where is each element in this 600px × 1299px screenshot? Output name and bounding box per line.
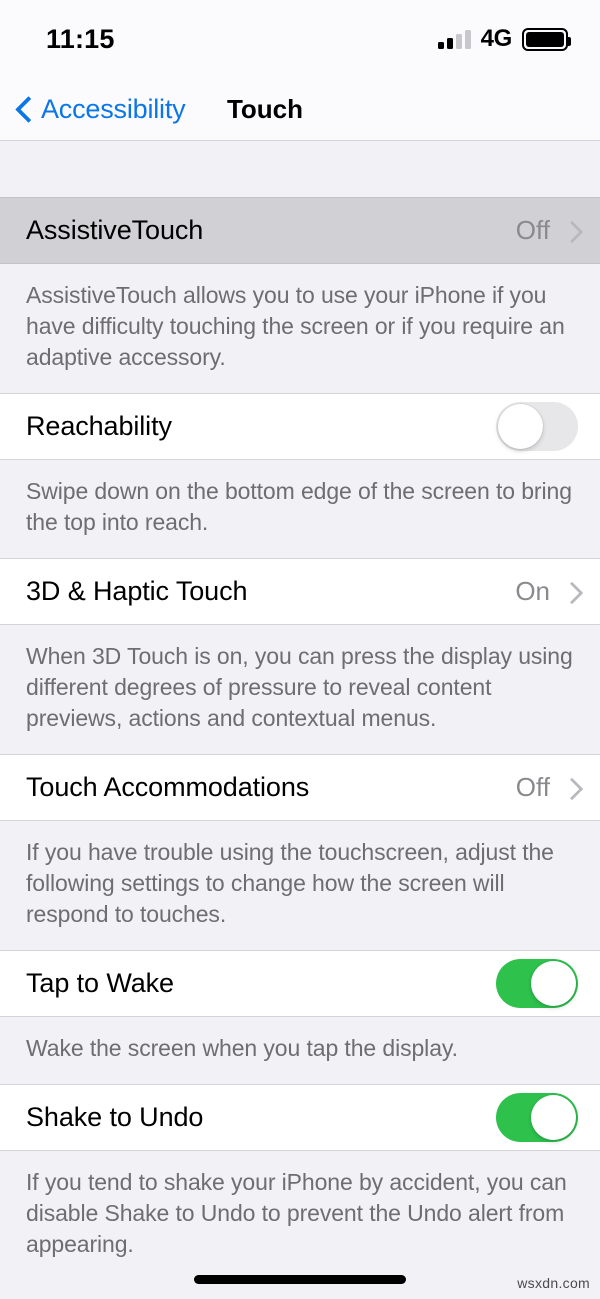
row-accessory: Off <box>516 772 578 803</box>
row-label: Tap to Wake <box>26 968 174 998</box>
setting-row-reachability[interactable]: Reachability <box>0 393 600 460</box>
setting-row-assistivetouch[interactable]: AssistiveTouch Off <box>0 197 600 264</box>
status-time: 11:15 <box>46 23 115 54</box>
row-label: 3D & Haptic Touch <box>26 576 248 606</box>
back-button[interactable]: Accessibility <box>16 93 186 125</box>
row-value: Off <box>515 772 550 802</box>
footer-reachability: Swipe down on the bottom edge of the scr… <box>0 460 600 558</box>
top-spacer <box>0 141 600 197</box>
toggle-reachability[interactable] <box>496 402 578 451</box>
row-value: Off <box>515 215 550 245</box>
row-label: AssistiveTouch <box>26 215 204 245</box>
chevron-right-icon <box>564 220 578 242</box>
setting-row-shake-to-undo[interactable]: Shake to Undo <box>0 1084 600 1151</box>
footer-3d-haptic-touch: When 3D Touch is on, you can press the d… <box>0 625 600 754</box>
back-button-label: Accessibility <box>41 93 186 124</box>
toggle-knob <box>531 1095 576 1140</box>
toggle-shake-to-undo[interactable] <box>496 1093 578 1142</box>
setting-row-tap-to-wake[interactable]: Tap to Wake <box>0 950 600 1017</box>
setting-row-3d-haptic-touch[interactable]: 3D & Haptic Touch On <box>0 558 600 625</box>
row-label: Touch Accommodations <box>26 772 310 802</box>
toggle-tap-to-wake[interactable] <box>496 959 578 1008</box>
battery-icon <box>522 27 571 51</box>
setting-row-touch-accommodations[interactable]: Touch Accommodations Off <box>0 754 600 821</box>
footer-assistivetouch: AssistiveTouch allows you to use your iP… <box>0 264 600 393</box>
row-accessory: Off <box>516 215 578 246</box>
watermark: wsxdn.com <box>517 1275 590 1291</box>
chevron-right-icon <box>564 777 578 799</box>
row-value: On <box>515 576 550 606</box>
status-indicators: 4G <box>437 25 571 53</box>
toggle-knob <box>498 404 543 449</box>
cellular-signal-icon <box>437 29 471 49</box>
row-label: Reachability <box>26 411 172 441</box>
toggle-knob <box>531 961 576 1006</box>
row-label: Shake to Undo <box>26 1102 204 1132</box>
home-indicator-area: wsxdn.com <box>0 1261 600 1299</box>
iphone-screen: 11:15 4G Accessibility Touch AssistiveTo… <box>0 0 600 1299</box>
row-accessory: On <box>515 576 578 607</box>
chevron-left-icon <box>16 96 31 122</box>
status-bar: 11:15 4G <box>0 0 600 78</box>
carrier-label: 4G <box>480 25 513 52</box>
footer-touch-accommodations: If you have trouble using the touchscree… <box>0 821 600 950</box>
navigation-bar: Accessibility Touch <box>0 78 600 141</box>
footer-tap-to-wake: Wake the screen when you tap the display… <box>0 1017 600 1084</box>
home-indicator[interactable] <box>194 1275 406 1284</box>
chevron-right-icon <box>564 581 578 603</box>
